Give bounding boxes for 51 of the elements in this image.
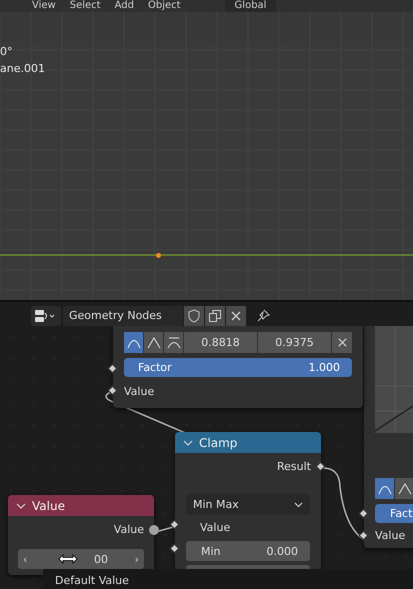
node-tree-field[interactable]: Geometry Nodes [63,306,183,326]
factor-slider[interactable]: Fact [375,504,413,523]
socket-label: Value [124,384,154,398]
close-icon[interactable] [226,306,246,326]
node-card[interactable]: Fact Value [364,326,413,548]
viewport-info-text: 0° [0,45,14,58]
chevron-icon [294,502,303,508]
number-field[interactable]: Min 0.000 [186,541,310,561]
node-header[interactable]: Value [8,495,154,516]
chevron-icon[interactable] [16,502,26,510]
curve-mode-button[interactable] [395,478,413,499]
editor-type-button[interactable] [31,306,61,326]
number-field[interactable]: 0.8818 [184,332,257,353]
curve-mode-button[interactable] [375,478,394,499]
number-field[interactable]: ‹ 00 › [18,549,144,569]
node-card[interactable]: 0.8818 0.9375 Factor 1.000 Value [113,326,363,408]
menu-item[interactable]: View [32,0,56,12]
curve-icon [166,336,180,348]
socket-label: Value [375,529,406,542]
curve-mode-button[interactable] [144,332,163,353]
menu-item[interactable]: Add [114,0,134,12]
menu-item[interactable]: Select [70,0,101,12]
tooltip: Default Value [43,569,413,589]
node-card[interactable]: Value Value ‹ 00 › [8,495,154,575]
curve-icon [398,482,412,494]
socket-label: Result [277,460,311,474]
socket-icon[interactable] [149,525,159,535]
close-icon[interactable] [332,332,352,353]
left-arrow-button[interactable]: ‹ [23,552,28,566]
orientation-dropdown[interactable]: Global [224,0,276,12]
socket-label: Value [200,521,230,534]
duplicate-icon[interactable] [205,306,225,326]
fake-user-shield-icon[interactable] [184,306,204,326]
socket-label: Value [114,523,144,537]
curve-mode-button[interactable] [124,332,143,353]
pin-icon[interactable] [256,308,270,322]
node-header[interactable]: Clamp [175,432,321,453]
node-title: Value [32,498,65,512]
menu-item[interactable]: Object [148,0,181,12]
viewport-info-text: ane.001 [0,62,45,75]
right-arrow-button[interactable]: › [134,552,139,566]
number-field[interactable]: 0.9375 [258,332,331,353]
factor-slider[interactable]: Factor 1.000 [124,358,352,377]
origin-dot [156,253,161,258]
chevron-icon[interactable] [183,438,193,446]
resize-cursor-icon [58,554,78,564]
curve-mode-button[interactable] [164,332,183,353]
mode-dropdown[interactable]: Min Max [186,494,310,515]
node-title: Clamp [199,436,238,450]
curve-icon [146,336,160,348]
node-link [156,526,176,532]
